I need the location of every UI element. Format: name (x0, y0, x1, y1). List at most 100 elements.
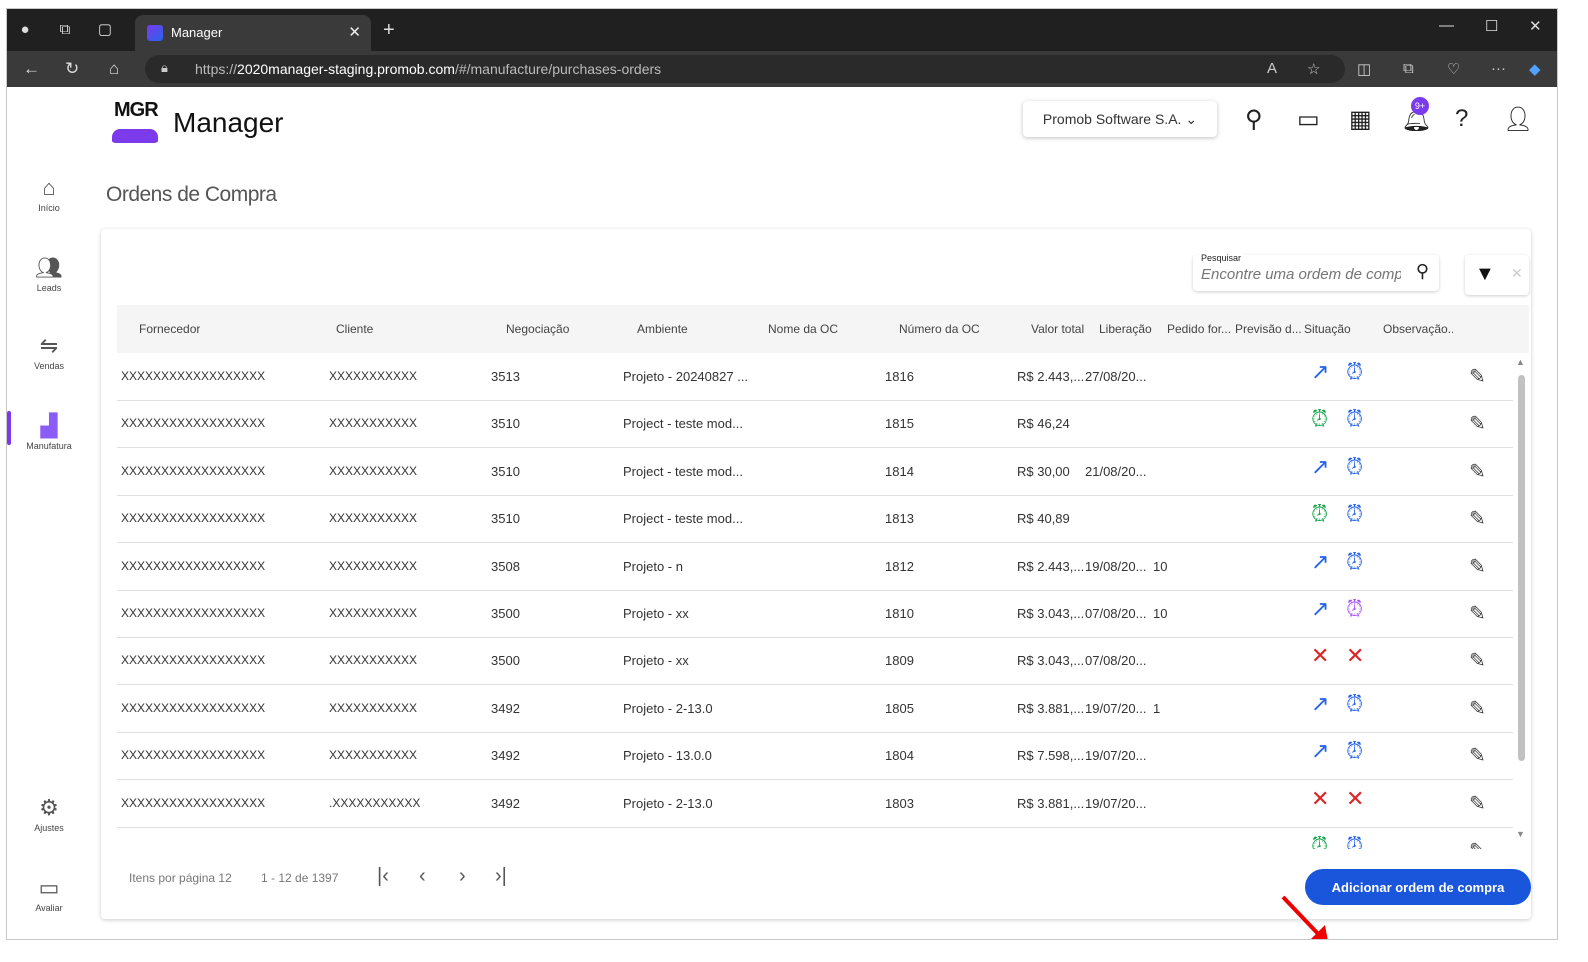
alarm-clock-icon[interactable]: ⏰︎ (1311, 503, 1328, 525)
clear-filter-icon[interactable]: ✕ (1511, 265, 1523, 282)
table-row[interactable]: XXXXXXXXXXXXXXXXXXXXXXXXXXXXXXX3513Proje… (117, 353, 1513, 401)
close-x-icon[interactable]: ✕ (1311, 645, 1329, 667)
arrow-up-right-icon[interactable]: ↗ (1311, 455, 1329, 478)
close-x-icon[interactable]: ✕ (1346, 645, 1364, 667)
close-tab-icon[interactable]: ✕ (348, 23, 361, 41)
search-icon[interactable]: ⚲ (1245, 105, 1263, 134)
back-icon[interactable]: ← (23, 59, 40, 79)
table-row[interactable]: XXXXXXXXXXXXXXXXXXXXXXXXXXXXXXX3500Proje… (117, 637, 1513, 686)
table-row[interactable]: XXXXXXXXXXXXXXXXXXXX .XXXXXXXXXXX 3492 Proj… (117, 780, 1513, 828)
minimize-icon[interactable]: — (1439, 17, 1454, 34)
search-icon[interactable]: ⚲ (1416, 261, 1429, 282)
column-header[interactable]: Número da OC (899, 322, 980, 336)
column-header[interactable]: Negociação (506, 322, 569, 336)
favorite-star-icon[interactable]: ☆ (1307, 60, 1320, 78)
read-aloud-icon[interactable]: A (1267, 60, 1277, 77)
alarm-clock-icon[interactable]: ⏰︎ (1346, 361, 1363, 383)
filter-button[interactable]: ▼ ✕ (1465, 255, 1529, 295)
alarm-clock-icon[interactable]: ⏰︎ (1346, 692, 1363, 715)
tab-actions-icon[interactable]: ▢ (95, 20, 115, 40)
edit-icon[interactable]: ✎ (1469, 459, 1486, 484)
alarm-check-icon[interactable]: ⏰︎ (1346, 598, 1363, 620)
scroll-down-icon[interactable]: ▼ (1516, 829, 1525, 839)
edit-icon[interactable]: ✎ (1469, 743, 1486, 768)
app-logo[interactable]: MGR (110, 97, 160, 143)
help-icon[interactable]: ? (1455, 105, 1468, 133)
table-row[interactable]: XXXXXXXXXXXXXXXXXXXXXXXXXXXXXXX3492Proje… (117, 732, 1513, 781)
alarm-clock-icon[interactable]: ⏰︎ (1311, 835, 1328, 850)
table-row[interactable]: XXXXXXXXXXXXXXXXXXXXXXXXXXXXXXX3500Proje… (117, 590, 1513, 638)
alarm-clock-icon[interactable]: ⏰︎ (1311, 408, 1328, 430)
alarm-clock-icon[interactable]: ⏰︎ (1346, 455, 1363, 478)
sidebar-item-vendas[interactable]: ⇋ Vendas (7, 333, 91, 371)
next-page-icon[interactable]: › (459, 865, 466, 888)
sidebar-item-avaliar[interactable]: ▭ Avaliar (7, 875, 91, 913)
table-row[interactable]: XXXXXXXXXXXXXXXXXXXXXXXXXXXXXXX3492Proje… (117, 685, 1513, 733)
table-scrollbar[interactable]: ▲ ▼ (1515, 353, 1527, 849)
edit-icon[interactable]: ✎ (1469, 554, 1486, 579)
edit-icon[interactable]: ✎ (1469, 364, 1486, 389)
table-row[interactable]: XXXXXXXXXXXXXXXXXXXXXXXXXXXXXXX3510Proje… (117, 448, 1513, 496)
last-page-icon[interactable]: ›| (495, 865, 507, 888)
arrow-up-right-icon[interactable]: ↗ (1311, 740, 1329, 762)
items-per-page[interactable]: Itens por página 12 (129, 871, 232, 885)
split-screen-icon[interactable]: ◫ (1357, 60, 1371, 78)
copilot-icon[interactable]: ◆ (1529, 60, 1541, 78)
column-header[interactable]: Ambiente (637, 322, 688, 336)
column-header[interactable]: Valor total (1031, 322, 1084, 336)
extensions-icon[interactable]: ♡ (1447, 60, 1460, 78)
maximize-icon[interactable]: ☐ (1485, 17, 1498, 35)
column-header[interactable]: Observação... (1383, 322, 1453, 336)
edit-icon[interactable]: ✎ (1469, 838, 1486, 849)
column-header[interactable]: Liberação (1099, 322, 1152, 336)
table-row[interactable]: XXXXXXXXXXXXXXXXXXXXXXXXXXXXXXX3510Proje… (117, 495, 1513, 544)
alarm-clock-icon[interactable]: ⏰︎ (1346, 550, 1363, 573)
arrow-up-right-icon[interactable]: ↗ (1311, 692, 1329, 715)
search-input[interactable] (1199, 265, 1403, 284)
column-header[interactable]: Situação (1304, 322, 1351, 336)
alarm-clock-icon[interactable]: ⏰︎ (1346, 408, 1363, 430)
new-tab-icon[interactable]: + (383, 19, 395, 42)
column-header[interactable]: Nome da OC (768, 322, 838, 336)
search-box[interactable]: Pesquisar ⚲ (1193, 253, 1439, 291)
workspaces-icon[interactable]: ⧉ (55, 20, 75, 40)
company-selector[interactable]: Promob Software S.A. ⌄ (1023, 101, 1217, 137)
sidebar-item-manufatura[interactable]: ▟ Manufatura (7, 411, 91, 451)
edit-icon[interactable]: ✎ (1469, 648, 1486, 673)
sidebar-item-inicio[interactable]: ⌂ Início (7, 175, 91, 213)
first-page-icon[interactable]: |‹ (377, 865, 389, 888)
lock-icon[interactable]: 🔒︎ (161, 60, 168, 76)
column-header[interactable]: Fornecedor (139, 322, 200, 336)
arrow-up-right-icon[interactable]: ↗ (1311, 550, 1329, 573)
profile-avatar-icon[interactable]: ● (15, 20, 35, 40)
calendar-icon[interactable]: ▦ (1349, 105, 1372, 134)
alarm-clock-icon[interactable]: ⏰︎ (1346, 740, 1363, 762)
arrow-up-right-icon[interactable]: ↗ (1311, 361, 1329, 383)
column-header[interactable]: Previsão d... (1235, 322, 1305, 336)
edit-icon[interactable]: ✎ (1469, 411, 1486, 436)
chat-icon[interactable]: ▭ (1297, 105, 1320, 134)
edit-icon[interactable]: ✎ (1469, 506, 1486, 531)
alarm-clock-icon[interactable]: ⏰︎ (1346, 835, 1363, 850)
browser-tab[interactable]: Manager ✕ (135, 15, 371, 51)
close-x-icon[interactable]: ✕ (1311, 787, 1329, 810)
arrow-up-right-icon[interactable]: ↗ (1311, 598, 1329, 620)
scroll-up-icon[interactable]: ▲ (1516, 357, 1525, 367)
refresh-icon[interactable]: ↻ (65, 59, 79, 79)
sidebar-item-leads[interactable]: 👥︎ Leads (7, 255, 91, 293)
scroll-thumb[interactable] (1518, 375, 1525, 761)
alarm-clock-icon[interactable]: ⏰︎ (1346, 503, 1363, 525)
more-icon[interactable]: ··· (1491, 60, 1506, 77)
edit-icon[interactable]: ✎ (1469, 696, 1486, 721)
edit-icon[interactable]: ✎ (1469, 791, 1486, 816)
table-row[interactable]: ⏰︎ ⏰︎ ✎ (117, 827, 1513, 850)
prev-page-icon[interactable]: ‹ (419, 865, 426, 888)
user-icon[interactable]: 👤︎ (1503, 105, 1533, 134)
edit-icon[interactable]: ✎ (1469, 601, 1486, 626)
url-field[interactable]: 🔒︎ https://2020manager-staging.promob.co… (145, 55, 1345, 83)
table-row[interactable]: XXXXXXXXXXXXXXXXXXXXXXXXXXXXXXX3510Proje… (117, 400, 1513, 449)
close-window-icon[interactable]: ✕ (1529, 17, 1542, 35)
column-header[interactable]: Cliente (336, 322, 373, 336)
table-row[interactable]: XXXXXXXXXXXXXXXXXXXXXXXXXXXXXXX3508Proje… (117, 543, 1513, 591)
close-x-icon[interactable]: ✕ (1346, 787, 1364, 810)
